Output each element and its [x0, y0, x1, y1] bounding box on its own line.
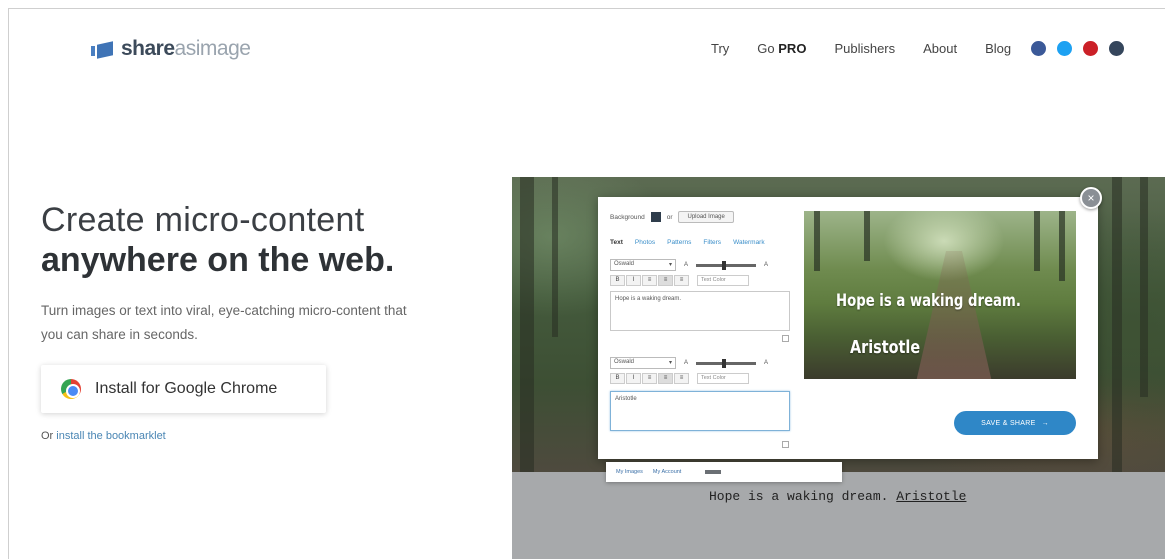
author-textarea[interactable]: Aristotle	[610, 391, 790, 431]
resize-handle-icon[interactable]	[782, 441, 789, 448]
background-row: Background or Upload Image	[610, 211, 734, 223]
text-color-field-2[interactable]: Text Color	[697, 373, 749, 384]
bold-button[interactable]: B	[610, 275, 625, 286]
footer-dark-button[interactable]	[705, 470, 722, 474]
resize-handle-icon[interactable]	[782, 335, 789, 342]
social-links	[1031, 41, 1125, 56]
tab-watermark[interactable]: Watermark	[733, 239, 765, 246]
italic-button[interactable]: I	[626, 275, 641, 286]
format-buttons-2: B I ≡ ≡ ≡	[610, 373, 689, 384]
bookmarklet-line: Or install the bookmarklet	[41, 430, 166, 442]
chevron-down-icon: ▾	[668, 360, 672, 366]
font-row-1: Oswald ▾ AA	[610, 259, 768, 271]
background-color-swatch[interactable]	[650, 212, 661, 222]
hero-title-line2: anywhere on the web.	[41, 241, 395, 279]
nav-publishers[interactable]: Publishers	[834, 41, 895, 56]
chevron-down-icon: ▾	[668, 262, 672, 268]
align-right-button[interactable]: ≡	[674, 275, 689, 286]
logo-mark-icon	[91, 41, 113, 59]
font-select-2[interactable]: Oswald ▾	[610, 357, 676, 369]
chrome-icon	[61, 379, 81, 399]
hero-title-line1: Create micro-content	[41, 201, 365, 239]
align-center-button[interactable]: ≡	[658, 275, 673, 286]
align-center-button[interactable]: ≡	[658, 373, 673, 384]
nav-blog[interactable]: Blog	[985, 41, 1011, 56]
install-chrome-label: Install for Google Chrome	[95, 380, 278, 397]
quote-textarea[interactable]: Hope is a waking dream.	[610, 291, 790, 331]
italic-button[interactable]: I	[626, 373, 641, 384]
editor-tabs: Text Photos Patterns Filters Watermark	[610, 239, 765, 246]
forest-path	[914, 251, 994, 379]
main-nav: Try Go PRO Publishers About Blog	[711, 41, 1125, 56]
nav-about[interactable]: About	[923, 41, 957, 56]
facebook-icon[interactable]	[1031, 41, 1047, 56]
align-left-button[interactable]: ≡	[642, 373, 657, 384]
twitter-icon[interactable]	[1057, 41, 1073, 56]
nav-try[interactable]: Try	[711, 41, 729, 56]
hero-subtitle: Turn images or text into viral, eye-catc…	[41, 303, 407, 342]
tab-patterns[interactable]: Patterns	[667, 239, 691, 246]
preview-image: Hope is a waking dream. Aristotle	[804, 211, 1076, 379]
tab-photos[interactable]: Photos	[635, 239, 655, 246]
bookmarklet-link[interactable]: install the bookmarklet	[56, 430, 165, 442]
tumblr-icon[interactable]	[1109, 41, 1125, 56]
align-right-button[interactable]: ≡	[674, 373, 689, 384]
upload-image-button[interactable]: Upload Image	[678, 211, 734, 223]
save-share-button[interactable]: SAVE & SHARE →	[954, 411, 1076, 435]
page-frame: shareasimage Try Go PRO Publishers About…	[8, 8, 1165, 559]
format-row-1: B I ≡ ≡ ≡ Text Color	[610, 275, 749, 286]
format-buttons-1: B I ≡ ≡ ≡	[610, 275, 689, 286]
install-chrome-button[interactable]: Install for Google Chrome	[41, 365, 326, 413]
demo-screenshot: Hope is a waking dream. Aristotle Backgr…	[512, 177, 1165, 559]
preview-quote: Hope is a waking dream.	[836, 291, 1021, 311]
pinterest-icon[interactable]	[1083, 41, 1099, 56]
font-select-1[interactable]: Oswald ▾	[610, 259, 676, 271]
preview-author: Aristotle	[850, 337, 921, 358]
nav-go-pro[interactable]: Go PRO	[757, 41, 806, 56]
tab-filters[interactable]: Filters	[703, 239, 721, 246]
arrow-right-icon: →	[1041, 419, 1049, 427]
format-row-2: B I ≡ ≡ ≡ Text Color	[610, 373, 749, 384]
close-icon[interactable]: ×	[1080, 187, 1102, 209]
size-slider-1[interactable]	[696, 260, 757, 270]
panel-footer: My Images My Account	[606, 462, 842, 482]
tab-text[interactable]: Text	[610, 239, 623, 246]
font-row-2: Oswald ▾ AA	[610, 357, 768, 369]
site-logo[interactable]: shareasimage	[91, 37, 251, 61]
grey-band	[512, 472, 1165, 559]
align-left-button[interactable]: ≡	[642, 275, 657, 286]
demo-caption: Hope is a waking dream. Aristotle	[709, 489, 967, 504]
text-color-field-1[interactable]: Text Color	[697, 275, 749, 286]
size-slider-2[interactable]	[696, 358, 757, 368]
bold-button[interactable]: B	[610, 373, 625, 384]
my-images-link[interactable]: My Images	[616, 469, 643, 475]
logo-text: shareasimage	[121, 37, 251, 60]
my-account-link[interactable]: My Account	[653, 469, 681, 475]
editor-panel: Background or Upload Image Text Photos P…	[598, 197, 1098, 459]
